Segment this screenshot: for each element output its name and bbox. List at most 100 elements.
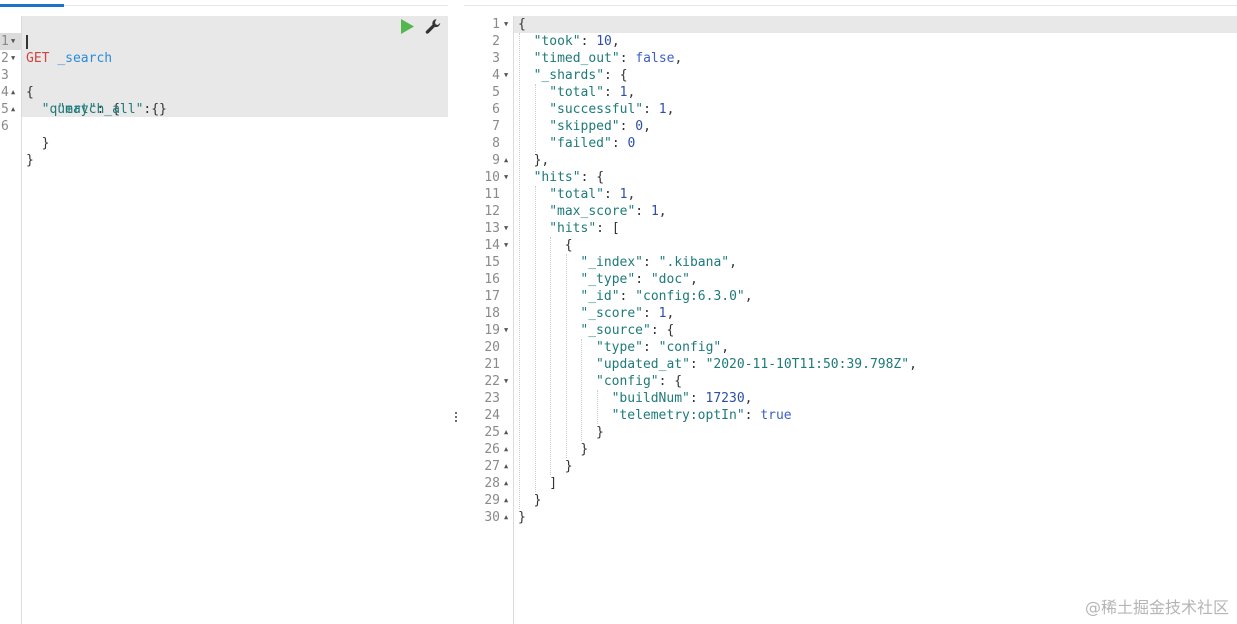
- response-line-code[interactable]: "_type": "doc",: [580, 271, 697, 288]
- response-line-code[interactable]: }: [580, 441, 588, 458]
- json-value: 10: [596, 34, 612, 49]
- response-line-code[interactable]: "took": 10,: [534, 33, 620, 50]
- json-punctuation: ,: [689, 272, 698, 287]
- json-key: "max_score": [549, 204, 636, 219]
- fold-toggle-icon[interactable]: ▼: [504, 169, 508, 186]
- fold-toggle-icon[interactable]: ▲: [504, 492, 508, 509]
- fold-toggle-icon[interactable]: ▲: [504, 152, 508, 169]
- wrench-icon: [425, 19, 441, 34]
- json-punctuation: }: [564, 459, 573, 474]
- request-line-6[interactable]: 6 ▲ }: [0, 101, 47, 168]
- fold-toggle-icon[interactable]: ▲: [11, 84, 15, 101]
- line-number: 27: [484, 459, 500, 474]
- json-value: "2020-11-10T11:50:39.798Z": [705, 357, 910, 372]
- splitter-drag-handle[interactable]: [455, 410, 458, 427]
- response-line-code[interactable]: },: [534, 152, 550, 169]
- response-line-code[interactable]: "_score": 1,: [580, 305, 674, 322]
- json-value: [: [611, 221, 620, 236]
- response-line-code[interactable]: "failed": 0: [549, 135, 635, 152]
- response-line-code[interactable]: "timed_out": false,: [534, 50, 683, 67]
- request-line-4[interactable]: 4 "match_all":{}: [0, 67, 167, 117]
- json-value: true: [760, 408, 792, 423]
- send-request-button[interactable]: [400, 19, 414, 34]
- fold-toggle-icon[interactable]: ▲: [504, 509, 508, 526]
- response-line-code[interactable]: "_source": {: [580, 322, 674, 339]
- fold-toggle-icon[interactable]: ▼: [504, 237, 508, 254]
- request-line-code[interactable]: }: [26, 152, 34, 169]
- json-key: "skipped": [549, 119, 620, 134]
- request-editor[interactable]: 1 GET _search 2 ▼ { 3 ▼ "query": { 4 "ma…: [0, 0, 448, 624]
- line-number: 17: [484, 289, 500, 304]
- fold-toggle-icon[interactable]: ▼: [11, 50, 15, 67]
- json-punctuation: ,: [627, 85, 636, 100]
- response-line-code[interactable]: }: [534, 492, 542, 509]
- response-line-code[interactable]: "total": 1,: [549, 186, 635, 203]
- fold-toggle-icon[interactable]: ▼: [504, 220, 508, 237]
- fold-toggle-icon[interactable]: ▲: [504, 458, 508, 475]
- response-line-code[interactable]: "telemetry:optIn": true: [612, 407, 792, 424]
- response-line-code[interactable]: {: [565, 237, 573, 254]
- line-number: 16: [484, 272, 500, 287]
- line-number: 22: [484, 374, 500, 389]
- json-separator: :: [580, 34, 597, 49]
- json-key: "total": [549, 85, 604, 100]
- fold-toggle-icon[interactable]: ▲: [504, 475, 508, 492]
- json-punctuation: }: [533, 493, 542, 508]
- request-line-5[interactable]: 5 ▲ }: [0, 84, 49, 151]
- json-separator: :: [689, 357, 706, 372]
- response-line-code[interactable]: "_index": ".kibana",: [580, 254, 737, 271]
- response-viewer[interactable]: 1 ▼{2 "took": 10, 3 "timed_out": false, 4 ▼ "_s…: [464, 0, 1237, 624]
- response-line-code[interactable]: "hits": [: [549, 220, 619, 237]
- response-line-code[interactable]: "successful": 1,: [549, 101, 674, 118]
- request-line-2[interactable]: 2 ▼ {: [0, 33, 47, 100]
- fold-toggle-icon[interactable]: ▼: [504, 322, 508, 339]
- response-line-code[interactable]: ]: [549, 475, 557, 492]
- json-value: {: [666, 323, 675, 338]
- request-settings-button[interactable]: [425, 18, 442, 35]
- json-separator: :: [596, 221, 612, 236]
- fold-toggle-icon[interactable]: ▲: [504, 424, 508, 441]
- response-line-code[interactable]: }: [518, 509, 526, 526]
- response-line-code[interactable]: "_id": "config:6.3.0",: [580, 288, 752, 305]
- json-value: "doc": [650, 272, 690, 287]
- request-lines[interactable]: 1 GET _search 2 ▼ { 3 ▼ "query": { 4 "ma…: [0, 16, 167, 168]
- line-number: 24: [484, 408, 500, 423]
- fold-toggle-icon[interactable]: ▼: [504, 16, 508, 33]
- fold-toggle-icon[interactable]: ▼: [504, 373, 508, 390]
- json-key: "_type": [580, 272, 636, 287]
- json-separator: :: [650, 323, 667, 338]
- response-line-code[interactable]: "buildNum": 17230,: [612, 390, 753, 407]
- fold-toggle-icon[interactable]: ▲: [504, 441, 508, 458]
- json-key: "_index": [580, 255, 644, 270]
- response-line-code[interactable]: "skipped": 0,: [549, 118, 651, 135]
- response-line-code[interactable]: "total": 1,: [549, 84, 635, 101]
- active-line-highlight: [514, 16, 1237, 33]
- response-line-code[interactable]: "_shards": {: [534, 67, 628, 84]
- fold-toggle-icon[interactable]: ▼: [11, 33, 15, 50]
- response-line-code[interactable]: "type": "config",: [596, 339, 729, 356]
- line-number: 7: [492, 119, 500, 134]
- watermark-text: @稀土掘金技术社区: [1084, 598, 1229, 617]
- response-line-code[interactable]: "hits": {: [534, 169, 604, 186]
- json-separator: :: [642, 340, 659, 355]
- response-line-code[interactable]: {: [518, 16, 526, 33]
- fold-toggle-icon[interactable]: ▲: [11, 101, 15, 118]
- json-punctuation: ,: [666, 102, 675, 117]
- request-line-3[interactable]: 3 ▼ "query": {: [0, 50, 120, 117]
- json-separator: :: [603, 85, 620, 100]
- response-line-code[interactable]: "config": {: [596, 373, 682, 390]
- request-line-code[interactable]: "match_all":{}: [26, 101, 167, 118]
- response-line-code[interactable]: "max_score": 1,: [549, 203, 666, 220]
- line-number: 3: [492, 51, 500, 66]
- json-key: "total": [549, 187, 604, 202]
- response-line-code[interactable]: }: [565, 458, 573, 475]
- request-line-1[interactable]: 1 GET _search: [0, 16, 112, 66]
- response-line-code[interactable]: }: [596, 424, 604, 441]
- json-value: "config:6.3.0": [635, 289, 745, 304]
- fold-toggle-icon[interactable]: ▼: [504, 67, 508, 84]
- response-line-code[interactable]: "updated_at": "2020-11-10T11:50:39.798Z"…: [596, 356, 917, 373]
- json-separator: :: [643, 255, 659, 270]
- json-punctuation: ,: [611, 34, 620, 49]
- json-punctuation: {: [564, 238, 573, 253]
- line-number: 6: [492, 102, 500, 117]
